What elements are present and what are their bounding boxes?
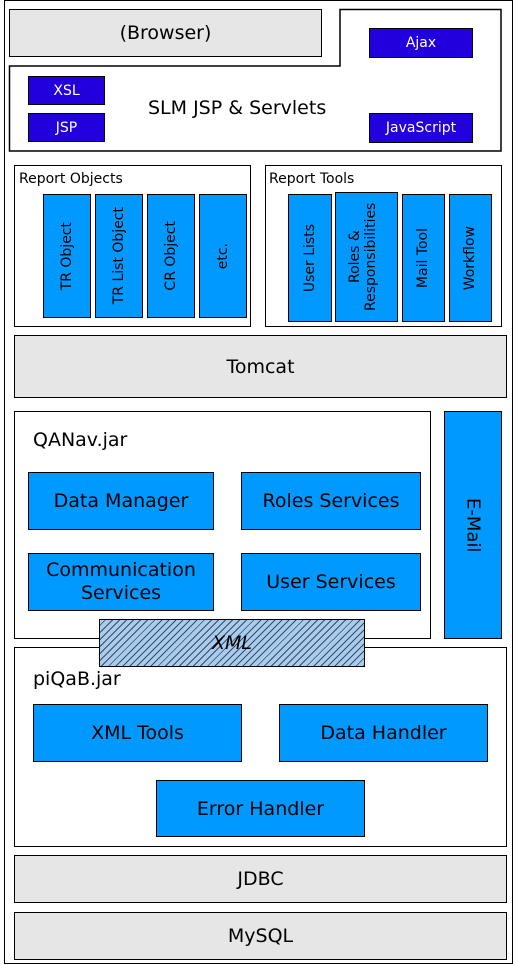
- tomcat-label: Tomcat: [226, 355, 295, 378]
- mysql-label: MySQL: [227, 925, 294, 947]
- piqab-data-handler: Data Handler: [279, 704, 488, 762]
- qanav-user-services: User Services: [241, 553, 421, 611]
- piqab-xml-tools: XML Tools: [33, 704, 242, 762]
- report-tools-title: Report Tools: [269, 171, 355, 187]
- mysql-layer: MySQL: [14, 912, 507, 960]
- email-component: E-Mail: [444, 411, 502, 639]
- jsp-badge: JSP: [28, 113, 105, 142]
- report-object-tr-list: TR List Object: [95, 194, 143, 318]
- tomcat-layer: Tomcat: [14, 335, 507, 398]
- qanav-title: QANav.jar: [33, 429, 128, 451]
- ajax-badge: Ajax: [369, 28, 473, 58]
- qanav-roles-services: Roles Services: [241, 472, 421, 530]
- report-object-cr: CR Object: [147, 194, 195, 318]
- report-tool-roles: Roles & Responsibilities: [335, 192, 398, 322]
- slm-label: SLM JSP & Servlets: [148, 97, 327, 119]
- piqab-error-handler: Error Handler: [156, 780, 365, 837]
- xml-connector: XML: [99, 619, 365, 667]
- piqab-title: piQaB.jar: [33, 668, 121, 690]
- jdbc-layer: JDBC: [14, 855, 507, 903]
- email-label: E-Mail: [462, 497, 484, 553]
- report-tool-user-lists: User Lists: [288, 194, 332, 322]
- qanav-data-manager: Data Manager: [28, 472, 214, 530]
- qanav-communication-services: Communication Services: [28, 553, 214, 611]
- javascript-badge: JavaScript: [369, 113, 473, 143]
- report-object-tr: TR Object: [43, 194, 91, 318]
- jdbc-label: JDBC: [237, 868, 284, 890]
- xsl-badge: XSL: [28, 76, 105, 105]
- report-tool-workflow: Workflow: [449, 194, 492, 322]
- report-object-etc: etc.: [199, 194, 247, 318]
- xml-label: XML: [212, 632, 252, 654]
- report-tool-mail: Mail Tool: [402, 194, 445, 322]
- report-objects-title: Report Objects: [19, 171, 123, 187]
